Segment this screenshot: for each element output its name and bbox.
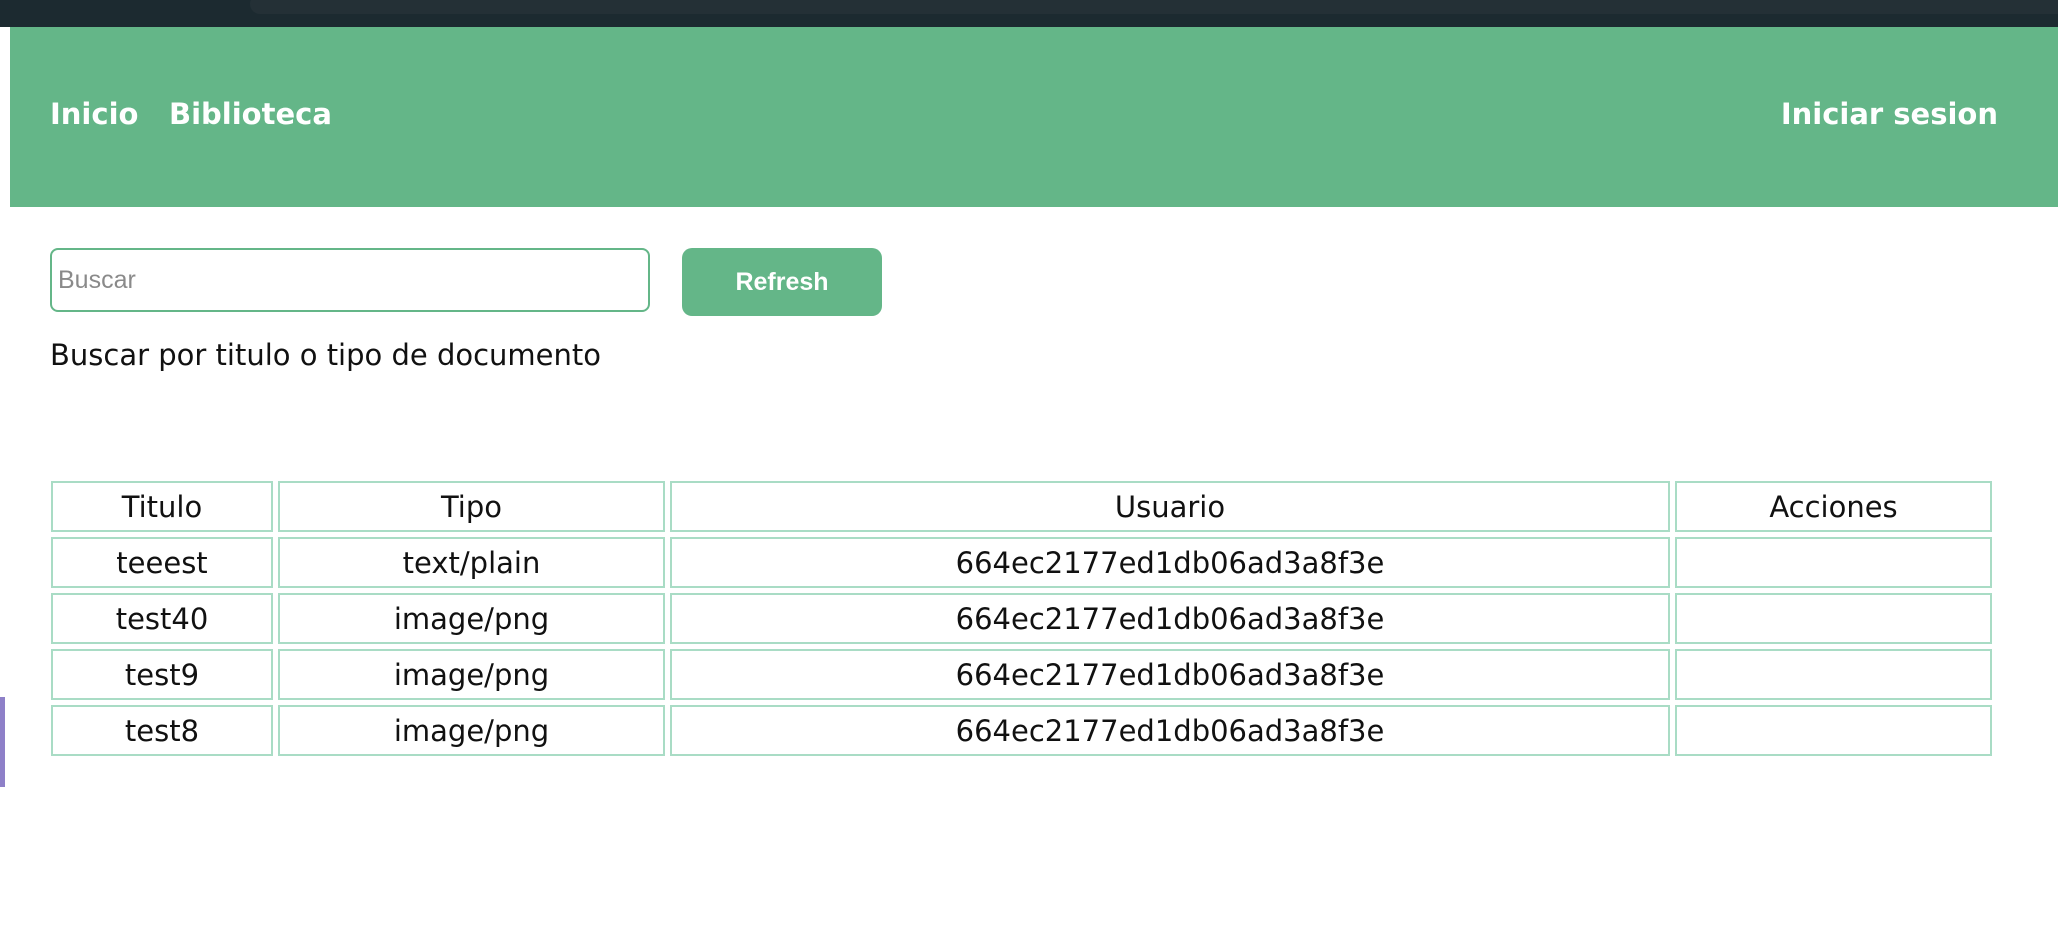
cell-acciones [1675, 593, 1992, 644]
cell-titulo: test40 [51, 593, 273, 644]
cell-usuario: 664ec2177ed1db06ad3a8f3e [670, 649, 1670, 700]
table-header-row: Titulo Tipo Usuario Acciones [51, 481, 1992, 532]
cell-acciones [1675, 649, 1992, 700]
column-header-usuario: Usuario [670, 481, 1670, 532]
cell-usuario: 664ec2177ed1db06ad3a8f3e [670, 705, 1670, 756]
browser-address-bar [250, 0, 2058, 14]
table-row: test8 image/png 664ec2177ed1db06ad3a8f3e [51, 705, 1992, 756]
cell-titulo: teeest [51, 537, 273, 588]
table-row: teeest text/plain 664ec2177ed1db06ad3a8f… [51, 537, 1992, 588]
cell-tipo: image/png [278, 649, 665, 700]
documents-table: Titulo Tipo Usuario Acciones teeest text… [46, 476, 1997, 761]
nav-link-library[interactable]: Biblioteca [169, 97, 332, 131]
cell-tipo: text/plain [278, 537, 665, 588]
table-row: test9 image/png 664ec2177ed1db06ad3a8f3e [51, 649, 1992, 700]
browser-top-strip [0, 0, 2058, 27]
search-input[interactable] [50, 248, 650, 312]
table-row: test40 image/png 664ec2177ed1db06ad3a8f3… [51, 593, 1992, 644]
nav-link-home[interactable]: Inicio [50, 97, 138, 131]
navbar: Inicio Biblioteca Iniciar sesion [10, 27, 2058, 207]
cell-tipo: image/png [278, 593, 665, 644]
cell-tipo: image/png [278, 705, 665, 756]
window-left-edge [0, 27, 10, 950]
column-header-acciones: Acciones [1675, 481, 1992, 532]
cell-titulo: test8 [51, 705, 273, 756]
cell-acciones [1675, 705, 1992, 756]
cell-acciones [1675, 537, 1992, 588]
column-header-titulo: Titulo [51, 481, 273, 532]
search-helper-text: Buscar por titulo o tipo de documento [50, 338, 602, 372]
cell-usuario: 664ec2177ed1db06ad3a8f3e [670, 593, 1670, 644]
window-edge-marker [0, 697, 5, 787]
cell-usuario: 664ec2177ed1db06ad3a8f3e [670, 537, 1670, 588]
cell-titulo: test9 [51, 649, 273, 700]
refresh-button[interactable]: Refresh [682, 248, 882, 316]
nav-link-login[interactable]: Iniciar sesion [1781, 97, 1998, 131]
column-header-tipo: Tipo [278, 481, 665, 532]
